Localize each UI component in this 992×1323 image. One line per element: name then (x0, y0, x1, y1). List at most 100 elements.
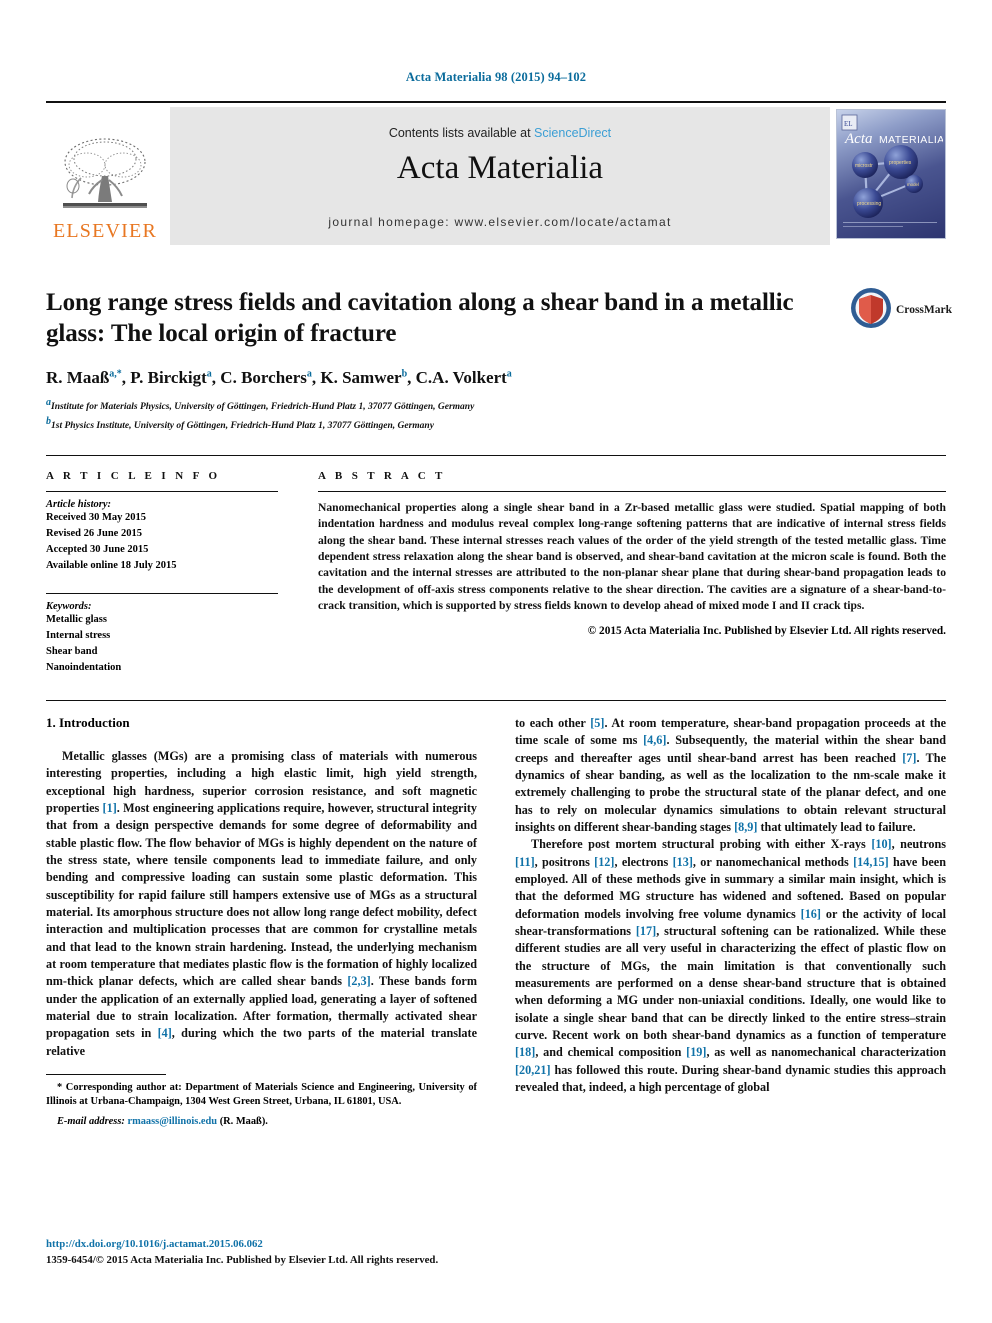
journal-homepage-link[interactable]: journal homepage: www.elsevier.com/locat… (170, 215, 830, 229)
author-item: R. Maaßa,* (46, 368, 122, 387)
abstract-rule (318, 491, 946, 492)
citation-link[interactable]: [2,3] (347, 974, 370, 988)
email-footnote: E-mail address: rmaass@illinois.edu (R. … (46, 1116, 477, 1127)
text-run: . Most engineering applications require,… (46, 800, 477, 989)
keywords-list: Metallic glass Internal stress Shear ban… (46, 612, 278, 676)
text-run: , structural softening can be rationaliz… (515, 923, 946, 1042)
abstract-text: Nanomechanical properties along a single… (318, 501, 946, 613)
contents-prefix: Contents lists available at (388, 126, 535, 140)
citation-link[interactable]: [5] (590, 716, 604, 730)
affiliation-text: Institute for Materials Physics, Univers… (51, 402, 475, 413)
email-label: E-mail address: (57, 1116, 125, 1128)
running-head: Acta Materialia 98 (2015) 94–102 (405, 70, 587, 84)
citation-link[interactable]: [19] (686, 1045, 706, 1059)
author-affiliation-mark[interactable]: b (402, 368, 408, 379)
elsevier-logo: ELSEVIER (46, 107, 164, 245)
keywords-block: Keywords: Metallic glass Internal stress… (46, 592, 278, 676)
journal-cover-thumbnail[interactable]: EL Acta MATERIALIA microstr properties m… (836, 109, 946, 239)
keywords-label: Keywords: (46, 600, 92, 612)
journal-masthead: ELSEVIER Contents lists available at Sci… (46, 101, 946, 245)
citation-link[interactable]: [10] (871, 837, 891, 851)
citation-link[interactable]: [17] (636, 924, 656, 938)
author-item: C.A. Volkerta (416, 368, 512, 387)
page-title: Long range stress fields and cavitation … (46, 289, 794, 347)
svg-text:properties: properties (889, 160, 912, 166)
citation-link[interactable]: [7] (902, 751, 916, 765)
journal-band: Contents lists available at ScienceDirec… (170, 107, 830, 245)
author-name: C. Borchers (220, 368, 307, 387)
email-link[interactable]: rmaass@illinois.edu (127, 1116, 217, 1127)
author-name: R. Maaß (46, 368, 110, 387)
article-history-label: Article history: (46, 499, 112, 510)
citation-link[interactable]: [8,9] (734, 820, 757, 834)
corresponding-author-footnote: * Corresponding author at: Department of… (46, 1081, 477, 1110)
svg-text:processing: processing (857, 201, 881, 207)
elsevier-wordmark: ELSEVIER (52, 220, 158, 242)
footnote-text: Corresponding author at: Department of M… (46, 1081, 477, 1108)
keywords-rule (46, 592, 278, 594)
author-name: C.A. Volkert (415, 368, 507, 387)
info-abstract-section: A R T I C L E I N F O Article history: R… (46, 455, 946, 676)
history-item: Received 30 May 2015 (46, 512, 147, 523)
affiliation-item: b1st Physics Institute, University of Gö… (46, 415, 946, 434)
text-run: , and chemical composition (535, 1045, 687, 1060)
abstract-column: A B S T R A C T Nanomechanical propertie… (318, 470, 946, 676)
text-run: , or nanomechanical methods (692, 854, 854, 869)
author-name: P. Birckigt (130, 368, 207, 387)
abstract-heading: A B S T R A C T (318, 470, 446, 482)
body-column-left: 1. Introduction Metallic glasses (MGs) a… (46, 715, 477, 1127)
author-item: K. Samwerb (320, 368, 407, 387)
svg-text:MATERIALIA: MATERIALIA (879, 134, 943, 146)
text-run: Therefore post mortem structural probing… (531, 837, 872, 852)
article-info-column: A R T I C L E I N F O Article history: R… (46, 470, 278, 676)
footnote-rule (46, 1073, 166, 1075)
text-run: has followed this route. During shear-ba… (515, 1062, 946, 1094)
text-run: to each other (515, 716, 591, 730)
crossmark-badge[interactable]: CrossMark (850, 287, 952, 333)
citation-link[interactable]: [16] (801, 907, 821, 921)
text-run: , neutrons (891, 837, 947, 852)
section-heading-introduction: 1. Introduction (46, 715, 130, 730)
citation-link[interactable]: [18] (515, 1045, 535, 1059)
svg-text:EL: EL (844, 120, 853, 128)
author-affiliation-mark[interactable]: a,* (109, 368, 122, 379)
body-section: 1. Introduction Metallic glasses (MGs) a… (46, 700, 946, 1127)
citation-link[interactable]: [14,15] (853, 855, 889, 869)
history-item: Revised 26 June 2015 (46, 527, 142, 539)
contents-available-line: Contents lists available at ScienceDirec… (389, 126, 611, 140)
citation-link[interactable]: [11] (515, 855, 535, 869)
citation-link[interactable]: [4,6] (643, 733, 666, 747)
article-page: Acta Materialia 98 (2015) 94–102 ELSEVIE… (0, 0, 992, 1323)
text-run: , as well as nanomechanical characteriza… (706, 1045, 946, 1060)
email-suffix: (R. Maaß). (217, 1116, 268, 1128)
author-list: R. Maaßa,*, P. Birckigta, C. Borchersa, … (46, 368, 512, 387)
citation-link[interactable]: [12] (594, 855, 614, 869)
citation-link[interactable]: [1] (103, 801, 117, 815)
footer-block: http://dx.doi.org/10.1016/j.actamat.2015… (46, 1237, 486, 1267)
keyword-item: Shear band (46, 645, 98, 657)
citation-link[interactable]: [13] (673, 855, 693, 869)
text-run: , positrons (534, 854, 595, 869)
svg-text:Acta: Acta (844, 131, 873, 147)
issn-copyright: 1359-6454/© 2015 Acta Materialia Inc. Pu… (46, 1253, 439, 1266)
citation-link[interactable]: [4] (158, 1026, 172, 1040)
article-history-list: Received 30 May 2015 Revised 26 June 201… (46, 510, 278, 574)
sciencedirect-link[interactable]: ScienceDirect (534, 126, 611, 140)
history-item: Available online 18 July 2015 (46, 559, 177, 571)
author-item: C. Borchersa (220, 368, 312, 387)
doi-link[interactable]: http://dx.doi.org/10.1016/j.actamat.2015… (46, 1237, 486, 1252)
crossmark-label: CrossMark (896, 304, 953, 316)
journal-title: Acta Materialia (396, 150, 604, 186)
text-run: , electrons (614, 854, 673, 869)
author-affiliation-mark[interactable]: a (307, 368, 312, 379)
author-affiliation-mark[interactable]: a (207, 368, 212, 379)
affiliation-item: aInstitute for Materials Physics, Univer… (46, 396, 946, 415)
affiliation-text: 1st Physics Institute, University of Göt… (51, 421, 434, 432)
author-name: K. Samwer (320, 368, 402, 387)
svg-text:microstr: microstr (855, 163, 873, 169)
citation-link[interactable]: [20,21] (515, 1063, 551, 1077)
svg-text:model: model (907, 182, 919, 187)
author-affiliation-mark[interactable]: a (507, 368, 512, 379)
body-column-right: to each other [5]. At room temperature, … (515, 715, 946, 1127)
paragraph: to each other [5]. At room temperature, … (515, 715, 946, 836)
